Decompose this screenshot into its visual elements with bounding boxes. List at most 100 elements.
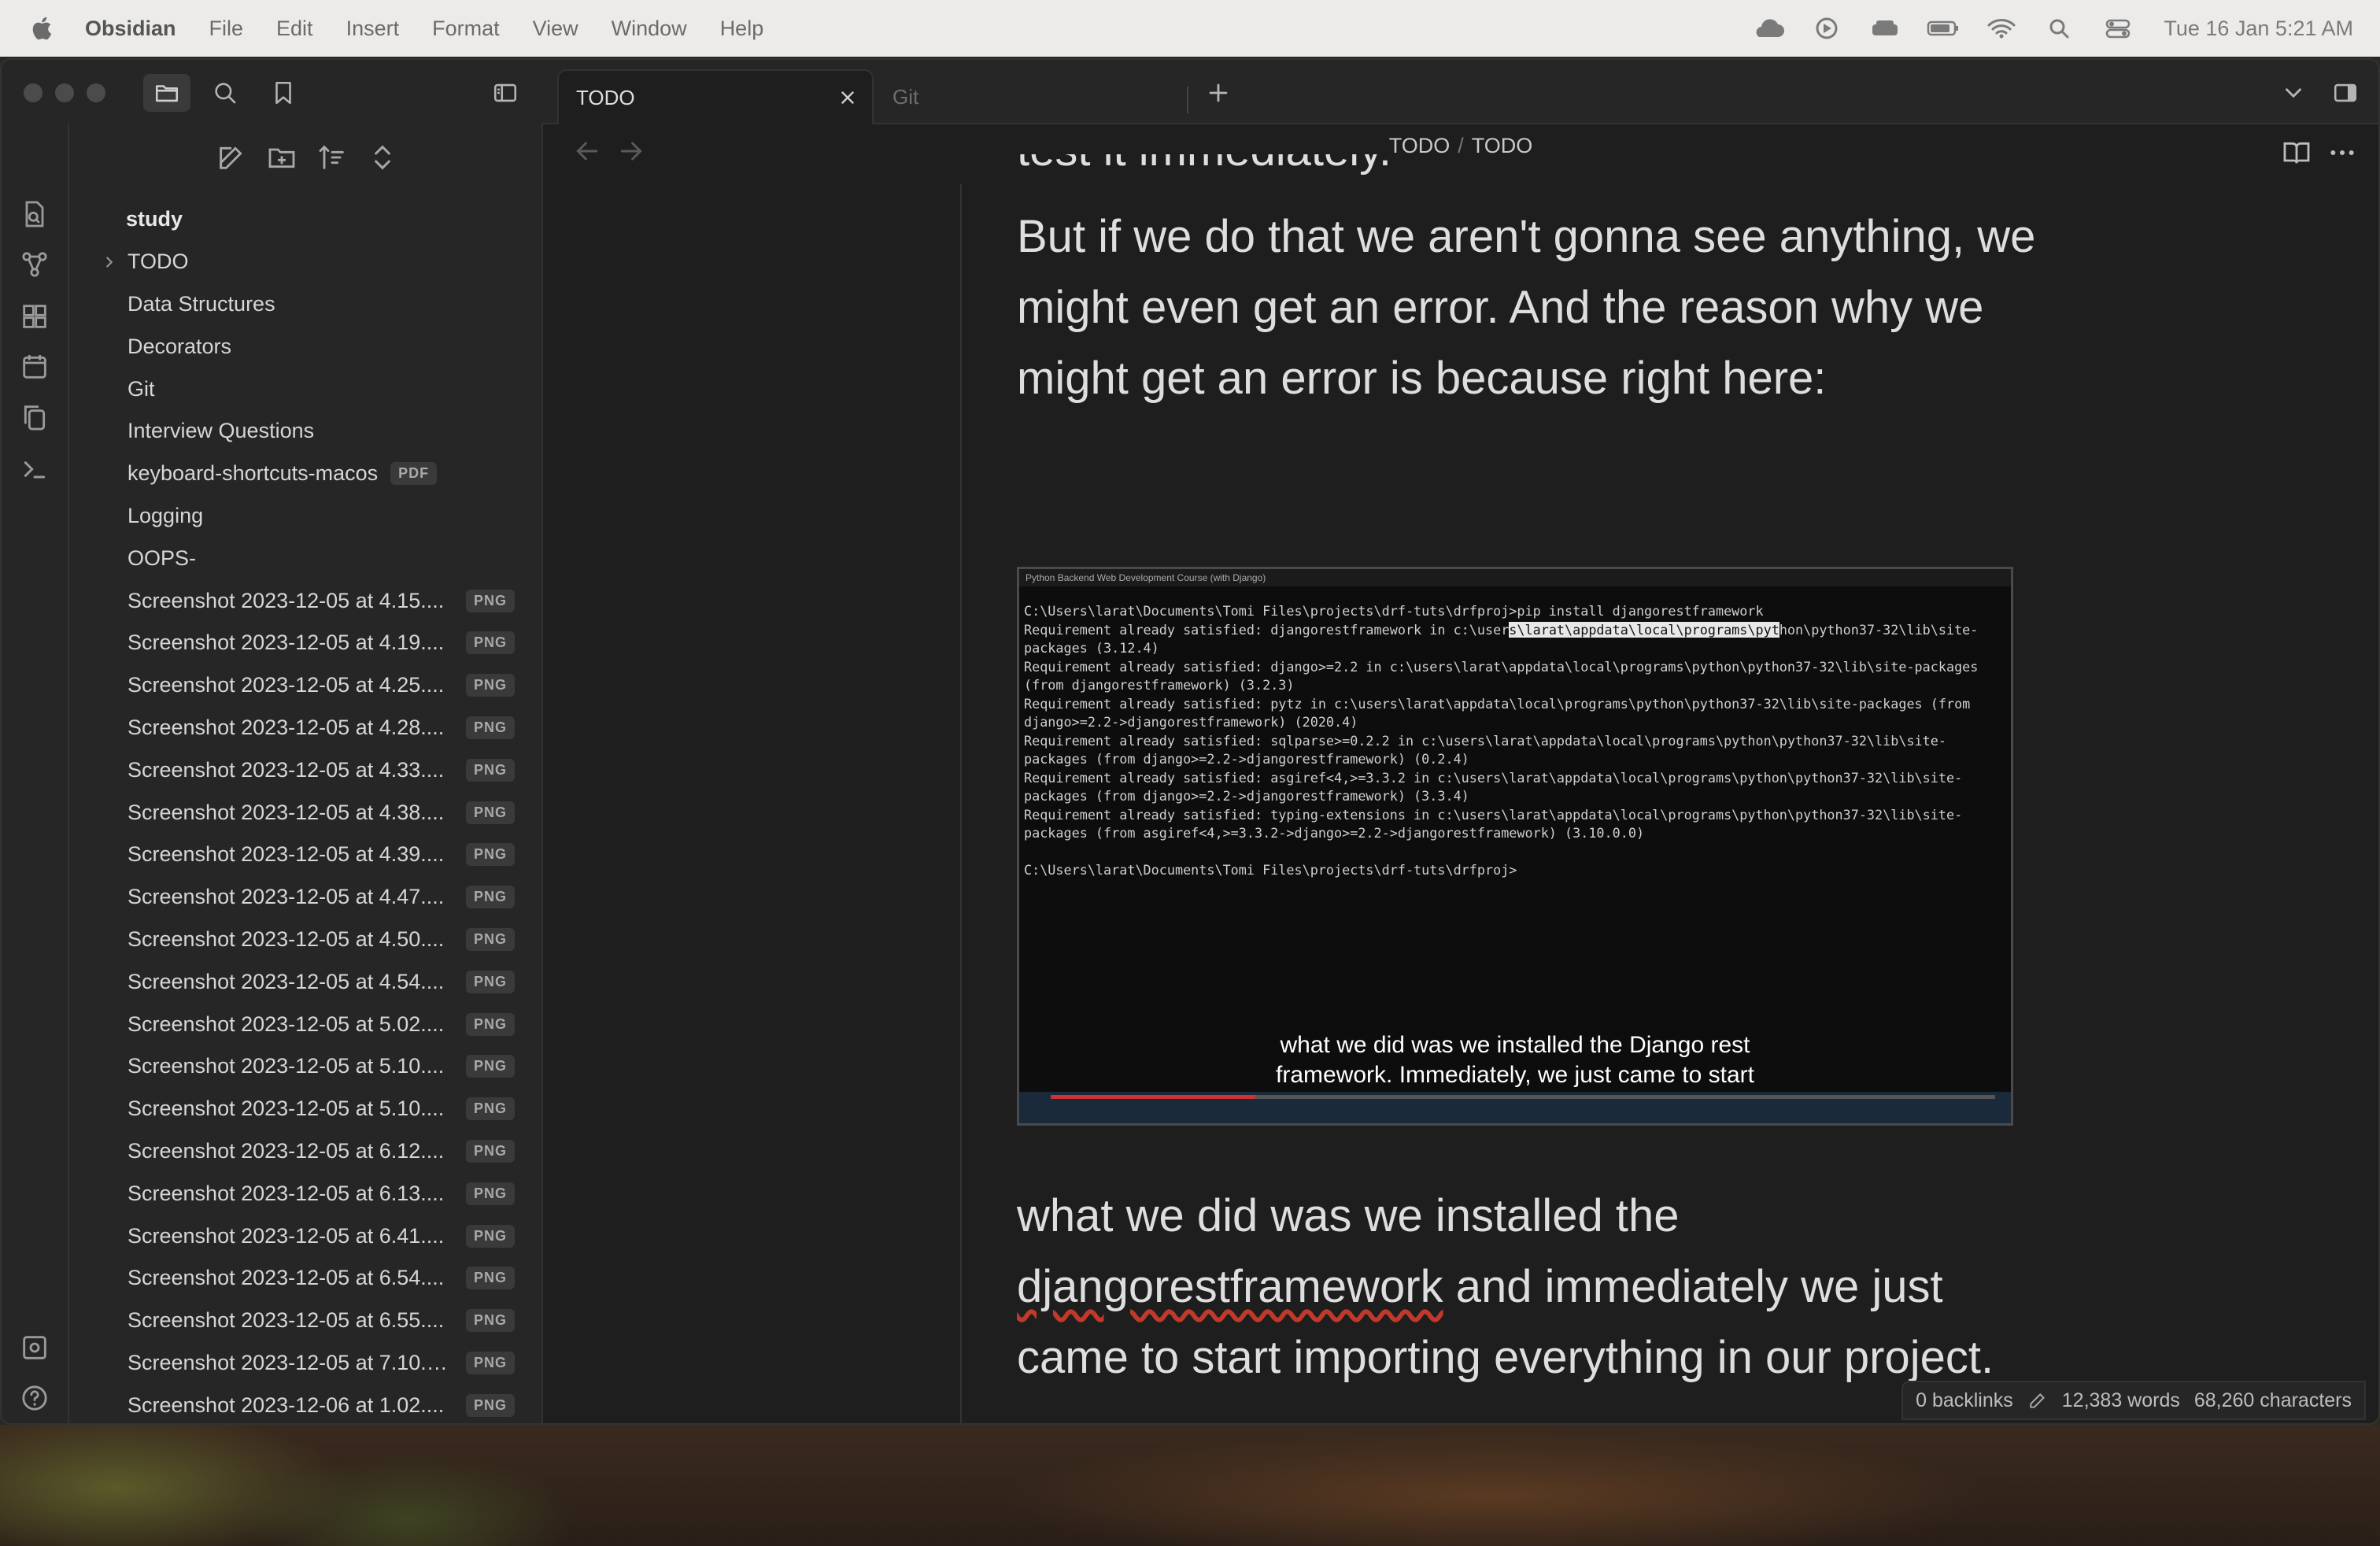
note-text-cut-line[interactable]: test it immediately. <box>1017 154 1391 202</box>
cloud-icon[interactable] <box>1751 17 1786 40</box>
tab-todo[interactable]: TODO <box>557 69 874 124</box>
reading-view-button[interactable] <box>2281 137 2312 168</box>
folder-item-todo[interactable]: TODO <box>69 241 541 283</box>
search-tab-button[interactable] <box>209 77 241 109</box>
file-tree-item[interactable]: Screenshot 2023-12-05 at 4.50.... PNG <box>69 919 541 961</box>
file-tree-item-label: Git <box>128 376 155 401</box>
file-tree-item[interactable]: Screenshot 2023-12-05 at 6.13.... PNG <box>69 1172 541 1215</box>
vault-switcher-button[interactable] <box>19 1332 50 1363</box>
tab-list-button[interactable] <box>2278 77 2309 109</box>
chevron-right-icon[interactable] <box>101 253 118 271</box>
file-tree-item[interactable]: Interview Questions <box>69 410 541 453</box>
control-center-icon[interactable] <box>2101 17 2135 40</box>
file-tree-item[interactable]: Screenshot 2023-12-05 at 6.54.... PNG <box>69 1257 541 1300</box>
bookmarks-tab-button[interactable] <box>268 77 299 109</box>
zoom-window-button[interactable] <box>87 83 105 102</box>
file-tree-item[interactable]: OOPS- <box>69 537 541 579</box>
file-tree-item[interactable]: Screenshot 2023-12-06 at 1.02.... PNG <box>69 1384 541 1423</box>
file-tree-item[interactable]: Screenshot 2023-12-05 at 4.39.... PNG <box>69 834 541 876</box>
open-daily-note-button[interactable] <box>19 351 50 383</box>
file-tree-item[interactable]: Screenshot 2023-12-05 at 6.12.... PNG <box>69 1130 541 1173</box>
wifi-icon[interactable] <box>1984 17 2019 40</box>
menu-file[interactable]: File <box>209 17 244 41</box>
file-tree-item[interactable]: Decorators <box>69 325 541 368</box>
file-tree-item-label: Screenshot 2023-12-05 at 6.12.... <box>128 1138 445 1163</box>
word-count: 12,383 words <box>2061 1389 2180 1411</box>
minimize-window-button[interactable] <box>55 83 74 102</box>
open-graph-view-button[interactable] <box>19 249 50 280</box>
file-tree-item[interactable]: Git <box>69 368 541 410</box>
file-tree-item[interactable]: Logging <box>69 495 541 538</box>
more-options-button[interactable] <box>2326 137 2358 168</box>
play-circle-icon[interactable] <box>1809 17 1844 40</box>
file-tree-item[interactable]: Screenshot 2023-12-05 at 5.10.... PNG <box>69 1088 541 1130</box>
file-explorer: study TODO Data Structures Decorators Git I… <box>69 123 543 1423</box>
battery-icon[interactable] <box>1926 17 1961 40</box>
tab-git[interactable]: Git <box>875 69 1192 124</box>
file-tree-item[interactable]: Screenshot 2023-12-05 at 4.33.... PNG <box>69 749 541 791</box>
vault-root[interactable]: study <box>69 198 541 241</box>
file-tree-item-label: Screenshot 2023-12-05 at 4.15.... <box>128 588 445 612</box>
note-paragraph-1[interactable]: But if we do that we aren't gonna see an… <box>1017 202 2040 414</box>
menu-app-obsidian[interactable]: Obsidian <box>85 17 176 41</box>
close-window-button[interactable] <box>24 83 42 102</box>
file-tree-item[interactable]: Screenshot 2023-12-05 at 4.28.... PNG <box>69 707 541 749</box>
menu-edit[interactable]: Edit <box>276 17 313 41</box>
toggle-left-sidebar-button[interactable] <box>490 77 521 109</box>
backlinks-count[interactable]: 0 backlinks <box>1916 1389 2013 1412</box>
file-type-badge: PNG <box>466 716 516 739</box>
menu-format[interactable]: Format <box>432 17 500 41</box>
open-command-palette-button[interactable] <box>19 453 50 485</box>
terminal-output: C:\Users\larat\Documents\Tomi Files\proj… <box>1024 603 1979 878</box>
file-tree-item[interactable]: Screenshot 2023-12-05 at 6.55.... PNG <box>69 1300 541 1342</box>
sort-button[interactable] <box>316 142 348 173</box>
menu-help[interactable]: Help <box>720 17 764 41</box>
folder-icon <box>155 85 179 102</box>
menu-window[interactable]: Window <box>612 17 687 41</box>
note-paragraph-2[interactable]: what we did was we installed the djangor… <box>1017 1181 2040 1393</box>
collapse-all-button[interactable] <box>367 142 398 173</box>
insert-template-button[interactable] <box>19 401 50 433</box>
breadcrumb-folder[interactable]: TODO <box>1389 134 1451 157</box>
menu-insert[interactable]: Insert <box>346 17 400 41</box>
spotlight-search-icon[interactable] <box>2042 17 2077 40</box>
menubar-clock[interactable]: Tue 16 Jan 5:21 AM <box>2164 17 2353 41</box>
sidebar-right-icon <box>2334 83 2357 102</box>
menu-view[interactable]: View <box>533 17 578 41</box>
embedded-screenshot[interactable]: Python Backend Web Development Course (w… <box>1017 567 2013 1126</box>
help-button[interactable] <box>19 1382 50 1414</box>
file-tree-item-label: Screenshot 2023-12-05 at 5.10.... <box>128 1097 445 1121</box>
open-quick-switcher-button[interactable] <box>19 198 50 230</box>
sidebar-left-icon <box>493 83 517 102</box>
toggle-right-sidebar-button[interactable] <box>2330 77 2361 109</box>
file-tree-item[interactable]: Screenshot 2023-12-05 at 5.10.... PNG <box>69 1045 541 1088</box>
file-type-badge: PNG <box>466 1267 516 1290</box>
file-tree-item[interactable]: keyboard-shortcuts-macos PDF <box>69 453 541 495</box>
file-tree-item[interactable]: Screenshot 2023-12-05 at 4.54.... PNG <box>69 960 541 1003</box>
files-tab-button[interactable] <box>143 74 190 112</box>
car-icon[interactable] <box>1868 17 1902 40</box>
open-canvas-button[interactable] <box>19 301 50 332</box>
close-icon[interactable] <box>837 87 858 108</box>
file-tree-item[interactable]: Data Structures <box>69 283 541 326</box>
breadcrumb-file[interactable]: TODO <box>1472 134 1533 157</box>
new-folder-button[interactable] <box>266 142 298 173</box>
file-tree-item[interactable]: Screenshot 2023-12-05 at 4.47.... PNG <box>69 876 541 919</box>
file-tree-item[interactable]: Screenshot 2023-12-05 at 4.38.... PNG <box>69 791 541 834</box>
file-tree-item[interactable]: Screenshot 2023-12-05 at 4.15.... PNG <box>69 579 541 622</box>
new-tab-button[interactable] <box>1203 77 1234 109</box>
file-tree-item[interactable]: Screenshot 2023-12-05 at 4.25.... PNG <box>69 664 541 707</box>
search-icon <box>215 83 236 104</box>
file-tree-item-label: Screenshot 2023-12-05 at 6.55.... <box>128 1308 445 1333</box>
new-note-button[interactable] <box>216 142 247 173</box>
apple-icon[interactable] <box>30 14 57 43</box>
file-tree-item[interactable]: Screenshot 2023-12-05 at 6.41.... PNG <box>69 1215 541 1257</box>
file-tree-item[interactable]: Screenshot 2023-12-05 at 4.19.... PNG <box>69 622 541 664</box>
file-tree-item[interactable]: Screenshot 2023-12-05 at 5.02.... PNG <box>69 1003 541 1045</box>
file-type-badge: PNG <box>466 589 516 612</box>
file-tree-item-label: Screenshot 2023-12-05 at 4.38.... <box>128 800 445 824</box>
pencil-icon[interactable] <box>2027 1390 2048 1411</box>
chevrons-up-down-icon <box>375 145 390 170</box>
file-tree-item-label: Screenshot 2023-12-05 at 5.10.... <box>128 1054 445 1078</box>
file-tree-item[interactable]: Screenshot 2023-12-05 at 7.10.1... PNG <box>69 1342 541 1385</box>
